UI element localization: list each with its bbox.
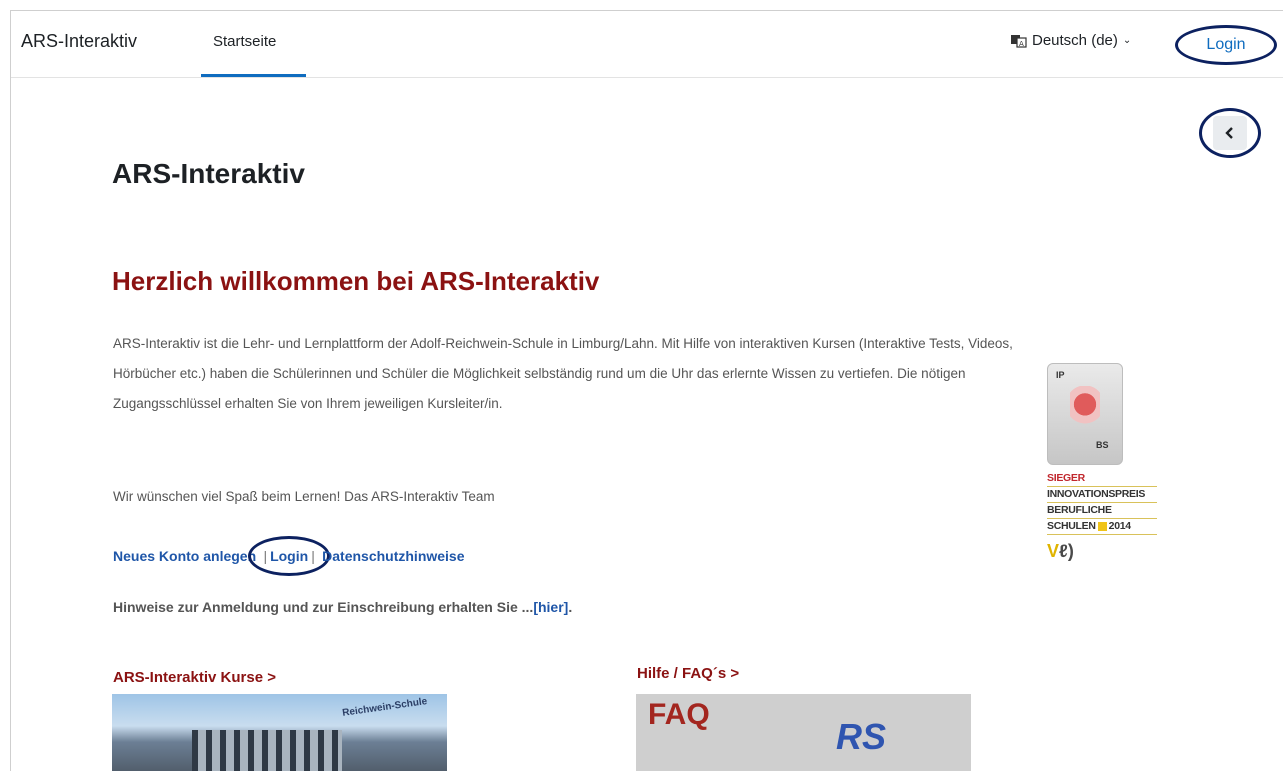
tab-startseite[interactable]: Startseite [201,11,306,77]
innovation-award-badge: IP BS SIEGER INNOVATIONSPREIS BERUFLICHE… [1047,363,1157,562]
courses-section-link[interactable]: ARS-Interaktiv Kurse > [113,669,276,686]
wish-text: Wir wünschen viel Spaß beim Lernen! Das … [113,489,495,504]
drawer-toggle-button[interactable] [1199,108,1261,158]
award-line-4: SCHULEN 2014 [1047,519,1157,535]
award-line-2: INNOVATIONSPREIS [1047,487,1157,503]
award-line-4-label: SCHULEN [1047,520,1096,532]
tab-startseite-label: Startseite [213,33,277,50]
link-separator: | [311,548,315,564]
welcome-heading: Herzlich willkommen bei ARS-Interaktiv [112,266,600,296]
site-brand[interactable]: ARS-Interaktiv [21,31,137,52]
award-key-top-label: IP [1056,370,1065,380]
faq-image-title: FAQ [648,698,710,731]
faq-image[interactable]: FAQ RS [636,694,971,771]
hints-here-link[interactable]: [hier] [533,599,568,615]
page-frame: ARS-Interaktiv Startseite A Deutsch (de)… [10,10,1283,771]
award-text: SIEGER INNOVATIONSPREIS BERUFLICHE SCHUL… [1047,471,1157,535]
login-button-label: Login [1206,36,1246,53]
hints-end: . [568,599,573,615]
page-title: ARS-Interaktiv [112,158,305,189]
building-sign-text: Reichwein-Schule [341,696,428,719]
award-key-bottom-label: BS [1096,440,1109,450]
link-separator: | [263,548,268,564]
new-account-link[interactable]: Neues Konto anlegen [113,548,256,564]
vdi-logo-icon: Vℓ) [1047,541,1074,561]
language-label: Deutsch (de) [1032,32,1118,49]
faq-section-link[interactable]: Hilfe / FAQ´s > [637,665,739,682]
school-building-image[interactable]: Reichwein-Schule [112,694,447,771]
hints-text: Hinweise zur Anmeldung und zur Einschrei… [113,599,572,615]
award-square-icon [1097,521,1107,531]
chevron-left-icon [1225,127,1233,139]
chevron-down-icon: ⌄ [1122,35,1132,46]
language-selector[interactable]: A Deutsch (de) ⌄ [1011,32,1131,49]
award-year: 2014 [1108,520,1131,532]
account-links: Neues Konto anlegen | Login | Datenschut… [113,536,465,576]
intro-paragraph: ARS-Interaktiv ist die Lehr- und Lernpla… [113,336,1013,411]
drawer-toggle-inner [1213,116,1247,150]
privacy-link[interactable]: Datenschutzhinweise [322,548,464,564]
hesse-map-graphic [1070,386,1100,432]
award-line-1: SIEGER [1047,471,1157,487]
faq-image-logo: RS [836,716,887,757]
award-key-image: IP BS [1047,363,1123,465]
top-navbar: ARS-Interaktiv Startseite A Deutsch (de)… [11,11,1283,78]
svg-text:A: A [1019,40,1024,48]
login-link[interactable]: Login [270,548,308,564]
language-icon: A [1011,34,1027,48]
award-line-3: BERUFLICHE [1047,503,1157,519]
login-link-highlight: | Login | [248,536,331,576]
active-tab-indicator [201,74,306,77]
hints-label: Hinweise zur Anmeldung und zur Einschrei… [113,599,534,615]
login-button[interactable]: Login [1175,25,1277,65]
